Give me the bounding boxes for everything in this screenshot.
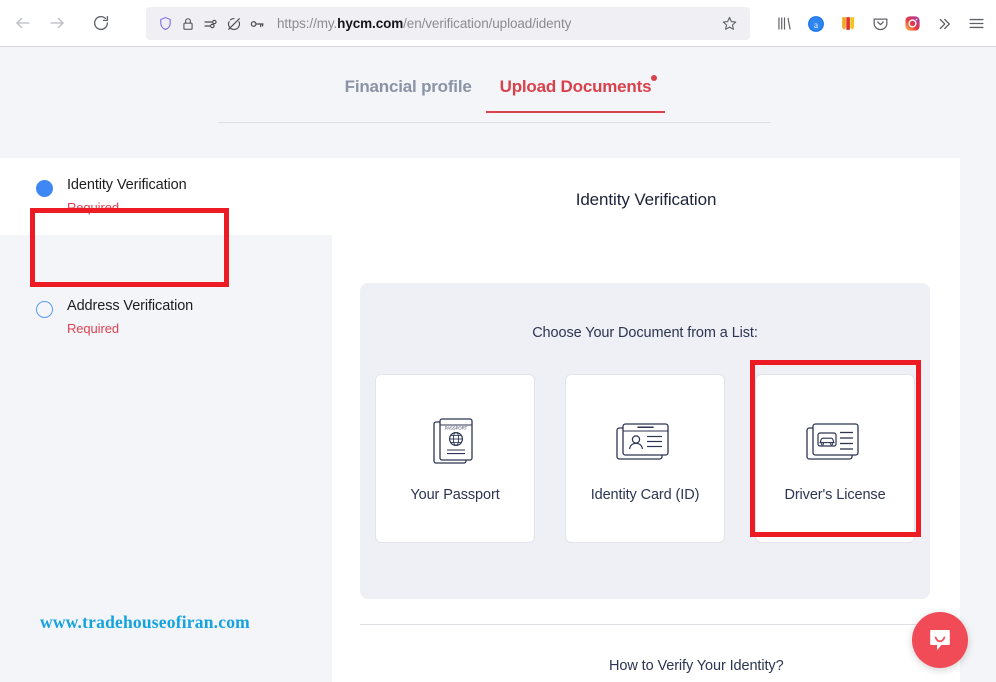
chat-bubble-smile-icon	[930, 630, 950, 651]
back-arrow-icon	[16, 17, 30, 29]
navigation-buttons	[0, 6, 118, 40]
extension-icon[interactable]	[832, 8, 864, 40]
library-icon[interactable]	[768, 8, 800, 40]
sidebar-item-address-verification[interactable]: Address Verification Required	[0, 235, 332, 356]
cookie-blocked-icon[interactable]	[223, 13, 245, 35]
forward-button[interactable]	[40, 6, 74, 40]
document-card-identity-card[interactable]: Identity Card (ID)	[565, 374, 725, 543]
tab-upload-documents[interactable]: Upload Documents	[485, 75, 666, 113]
choose-document-label: Choose Your Document from a List:	[532, 325, 758, 341]
browser-extension-toolbar: a	[768, 7, 992, 40]
url-text[interactable]: https://my.hycm.com/en/verification/uplo…	[277, 16, 716, 31]
radio-selected-icon[interactable]	[36, 180, 53, 197]
shield-icon[interactable]	[154, 13, 176, 35]
svg-text:PASSPORT: PASSPORT	[445, 425, 468, 430]
bookmark-star-button[interactable]	[716, 11, 742, 37]
verification-card: Identity Verification Required Address V…	[0, 158, 960, 682]
drivers-license-icon	[804, 415, 866, 471]
url-domain: hycm.com	[337, 16, 404, 31]
url-path: /en/verification/upload/identy	[403, 16, 572, 31]
sidebar-item-address-title: Address Verification	[67, 298, 194, 314]
intercom-chat-launcher[interactable]	[912, 612, 968, 668]
tabs-divider	[218, 122, 771, 123]
document-card-drivers-license[interactable]: Driver's License	[755, 374, 915, 543]
section-divider	[360, 624, 930, 625]
key-icon[interactable]	[246, 13, 268, 35]
passport-icon: PASSPORT	[429, 415, 481, 471]
id-card-icon	[614, 415, 676, 471]
document-card-identity-card-label: Identity Card (ID)	[590, 486, 700, 503]
tab-financial-profile-label: Financial profile	[344, 77, 472, 96]
url-prefix: https://my.	[277, 16, 338, 31]
sidebar-item-identity-status: Required	[67, 200, 119, 215]
chevron-double-right-icon[interactable]	[928, 8, 960, 40]
tab-financial-profile[interactable]: Financial profile	[331, 77, 486, 113]
document-selection-panel: Choose Your Document from a List: PASSPO…	[360, 283, 930, 599]
pocket-icon[interactable]	[864, 8, 896, 40]
sidebar-item-address-status: Required	[67, 321, 119, 336]
sidebar-item-identity-verification[interactable]: Identity Verification Required	[0, 158, 332, 235]
tab-upload-documents-label: Upload Documents	[499, 77, 652, 96]
svg-text:a: a	[814, 19, 818, 29]
document-card-passport[interactable]: PASSPORT Your Passport	[375, 374, 535, 543]
address-bar[interactable]: https://my.hycm.com/en/verification/uplo…	[146, 7, 750, 40]
page-content: Financial profile Upload Documents Ident…	[0, 47, 996, 682]
reload-icon	[93, 15, 109, 31]
radio-unselected-icon[interactable]	[36, 301, 53, 318]
hamburger-menu-icon[interactable]	[960, 8, 992, 40]
instagram-icon[interactable]	[896, 8, 928, 40]
verification-sidebar: Identity Verification Required Address V…	[0, 158, 332, 682]
browser-toolbar: https://my.hycm.com/en/verification/uplo…	[0, 0, 996, 47]
account-extension-icon[interactable]: a	[800, 8, 832, 40]
back-button[interactable]	[6, 6, 40, 40]
verification-content: Identity Verification Choose Your Docume…	[332, 158, 960, 682]
tab-badge-dot	[651, 75, 658, 81]
forward-arrow-icon	[50, 17, 64, 29]
how-to-verify-section: How to Verify Your Identity? The documen…	[609, 658, 949, 682]
document-card-list: PASSPORT Your Passport Identity Card (ID…	[360, 374, 930, 543]
how-to-verify-heading: How to Verify Your Identity?	[609, 658, 784, 674]
lock-icon[interactable]	[177, 13, 199, 35]
sidebar-item-identity-title: Identity Verification	[67, 177, 187, 193]
page-title: Identity Verification	[575, 190, 717, 209]
reload-button[interactable]	[84, 6, 118, 40]
verification-tabs: Financial profile Upload Documents	[0, 47, 996, 158]
site-watermark: www.tradehouseofiran.com	[40, 612, 250, 632]
document-card-drivers-license-label: Driver's License	[784, 486, 886, 503]
permissions-icon[interactable]	[200, 13, 222, 35]
tab-active-underline	[485, 111, 666, 113]
document-card-passport-label: Your Passport	[410, 486, 500, 503]
